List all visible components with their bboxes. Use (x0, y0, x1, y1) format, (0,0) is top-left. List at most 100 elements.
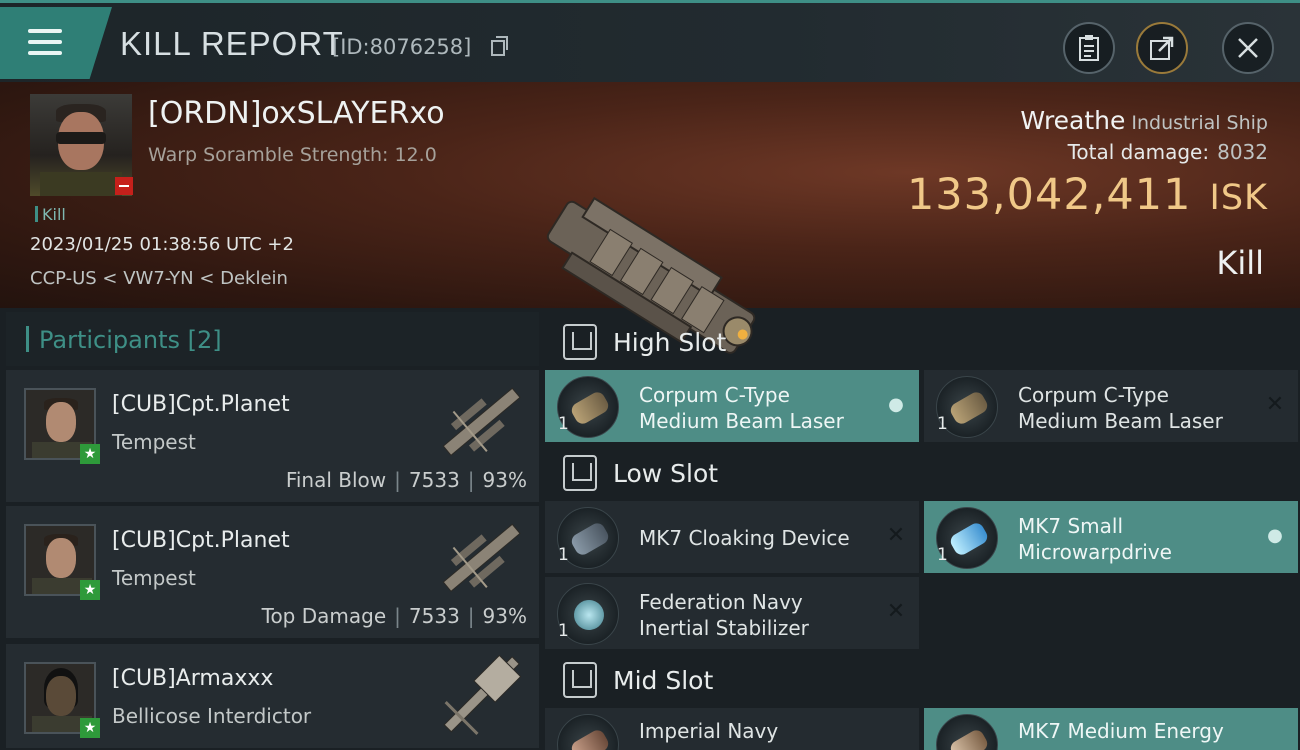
participant-row[interactable]: ★ [CUB]Armaxxx Bellicose Interdictor (6, 644, 539, 750)
module-name: MK7 Cloaking Device (639, 525, 850, 551)
module-glyph (947, 389, 991, 427)
stats-separator: | (394, 468, 401, 492)
module-name: MK7 Small Microwarpdrive (1018, 513, 1172, 565)
low-slot-icon (563, 455, 597, 491)
module-glyph (568, 389, 612, 427)
module-high-1[interactable]: 1 Corpum C-Type Medium Beam Laser ● (545, 370, 919, 442)
total-damage-label: Total damage: (1067, 140, 1210, 164)
module-name-line1: MK7 Cloaking Device (639, 526, 850, 550)
module-high-2[interactable]: 1 Corpum C-Type Medium Beam Laser ✕ (924, 370, 1298, 442)
imperial-navy-module-icon (557, 714, 619, 750)
isk-unit: ISK (1209, 178, 1268, 218)
total-damage: Total damage: 8032 (1068, 140, 1268, 164)
participant-role: Top Damage (261, 604, 387, 628)
module-qty: 1 (558, 545, 569, 565)
standing-negative-badge (115, 177, 133, 195)
participant-ship: Tempest (112, 430, 196, 454)
high-slot-label: High Slot (613, 328, 727, 357)
participant-ship-image (443, 654, 522, 735)
module-name: Corpum C-Type Medium Beam Laser (639, 382, 844, 434)
stats-separator: | (467, 604, 475, 628)
star-icon: ★ (80, 580, 100, 600)
participant-damage: 7533 (408, 604, 460, 628)
clipboard-button[interactable] (1063, 22, 1115, 74)
participants-header: Participants [2] (6, 312, 539, 366)
avatar-face (46, 676, 76, 716)
person-icon[interactable]: ● (885, 394, 907, 416)
module-mid-2[interactable]: MK7 Medium Energy (924, 708, 1298, 750)
module-name-line2: Medium Beam Laser (1018, 409, 1223, 433)
kill-banner: [ORDN]oxSLAYERxo Warp Soramble Strength:… (0, 82, 1300, 354)
close-icon (1238, 38, 1258, 58)
avatar-face (46, 538, 76, 578)
participant-percent: 93% (482, 604, 527, 628)
module-qty: 1 (937, 545, 948, 565)
menu-icon-line (28, 51, 62, 55)
kill-tag: Kill (35, 205, 66, 224)
module-name-line1: MK7 Small (1018, 514, 1123, 538)
module-name-line1: Imperial Navy (639, 719, 779, 743)
destroyed-x-icon: ✕ (886, 599, 906, 624)
victim-ship-class: Industrial Ship (1131, 112, 1268, 134)
module-low-1[interactable]: 1 MK7 Cloaking Device ✕ (545, 501, 919, 573)
stats-separator: | (394, 604, 401, 628)
participant-name[interactable]: [CUB]Armaxxx (112, 666, 273, 691)
energy-module-icon (936, 714, 998, 750)
high-slot-header: High Slot (545, 314, 1300, 370)
mid-slot-label: Mid Slot (613, 666, 714, 695)
module-qty: 1 (937, 414, 948, 434)
close-button[interactable] (1222, 22, 1274, 74)
module-name-line2: Inertial Stabilizer (639, 616, 809, 640)
low-slot-header: Low Slot (545, 445, 1300, 501)
module-name-line1: MK7 Medium Energy (1018, 719, 1224, 743)
participant-ship: Bellicose Interdictor (112, 704, 312, 728)
kill-location[interactable]: CCP-US < VW7-YN < Deklein (30, 268, 288, 289)
share-icon (1150, 36, 1174, 60)
module-qty: 1 (558, 621, 569, 641)
module-name: Corpum C-Type Medium Beam Laser (1018, 382, 1223, 434)
participant-name[interactable]: [CUB]Cpt.Planet (112, 392, 290, 417)
participant-name[interactable]: [CUB]Cpt.Planet (112, 528, 290, 553)
star-icon: ★ (80, 718, 100, 738)
module-name-line1: Corpum C-Type (1018, 383, 1169, 407)
module-glyph (947, 520, 991, 558)
victim-ship-name[interactable]: Wreathe (1020, 106, 1125, 135)
module-low-3[interactable]: 1 Federation Navy Inertial Stabilizer ✕ (545, 577, 919, 649)
stats-separator: | (467, 468, 475, 492)
share-button[interactable] (1136, 22, 1188, 74)
warp-strength: Warp Soramble Strength: 12.0 (148, 144, 437, 166)
portrait-body (40, 172, 122, 196)
victim-pilot-name[interactable]: [ORDN]oxSLAYERxo (148, 96, 445, 131)
participant-percent: 93% (482, 468, 527, 492)
high-slot-icon (563, 324, 597, 360)
kill-datetime: 2023/01/25 01:38:56 UTC +2 (30, 234, 294, 255)
person-icon[interactable]: ● (1264, 525, 1286, 547)
kill-id: [ID:8076258] (332, 35, 472, 59)
menu-button[interactable] (0, 7, 112, 79)
mid-slot-icon (563, 662, 597, 698)
module-glyph (568, 520, 612, 558)
module-name-line2: Medium Beam Laser (639, 409, 844, 433)
menu-icon-line (28, 40, 62, 44)
module-mid-1[interactable]: Imperial Navy (545, 708, 919, 750)
copy-icon[interactable] (491, 36, 508, 56)
isk-value: 133,042,411 ISK (907, 170, 1268, 220)
participant-row[interactable]: ★ [CUB]Cpt.Planet Tempest Top Damage | 753… (6, 506, 539, 640)
module-glyph (947, 727, 991, 750)
star-icon: ★ (80, 444, 100, 464)
participant-role: Final Blow (285, 468, 387, 492)
module-name: Federation Navy Inertial Stabilizer (639, 589, 809, 641)
low-slot-label: Low Slot (613, 459, 719, 488)
module-low-2[interactable]: 1 MK7 Small Microwarpdrive ● (924, 501, 1298, 573)
participant-damage: 7533 (408, 468, 460, 492)
module-name: MK7 Medium Energy (1018, 718, 1224, 744)
page-title: KILL REPORT (120, 25, 344, 62)
participant-row[interactable]: ★ [CUB]Cpt.Planet Tempest Final Blow | 753… (6, 370, 539, 504)
total-damage-value: 8032 (1217, 140, 1268, 164)
participant-stats: Top Damage | 7533 | 93% (262, 604, 527, 628)
module-glyph (568, 727, 612, 750)
title-bar: KILL REPORT [ID:8076258] (0, 0, 1300, 82)
kill-result: Kill (1216, 244, 1264, 282)
menu-icon (28, 29, 62, 33)
module-name-line2: Microwarpdrive (1018, 540, 1172, 564)
